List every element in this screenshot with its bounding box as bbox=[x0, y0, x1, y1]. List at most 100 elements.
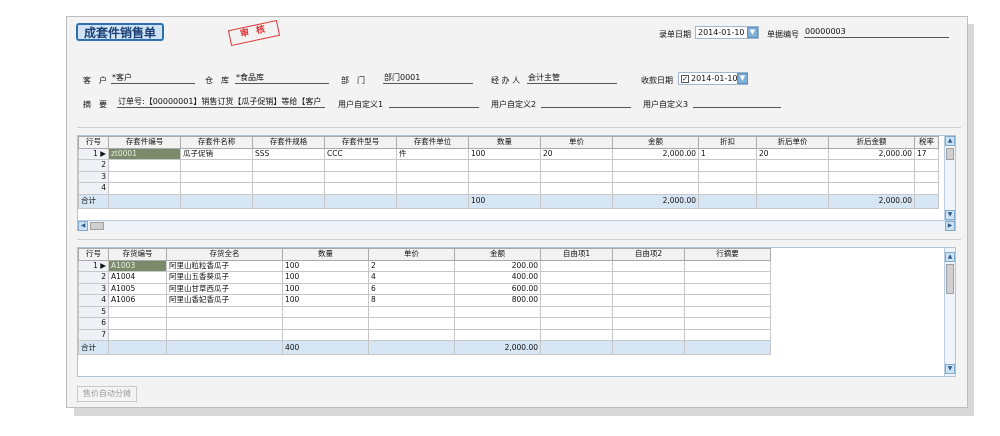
table-cell[interactable] bbox=[454, 305, 541, 318]
table-cell[interactable]: 6 bbox=[368, 282, 455, 295]
table-cell[interactable] bbox=[468, 159, 541, 172]
scroll-thumb[interactable] bbox=[946, 148, 954, 160]
table-cell[interactable] bbox=[324, 159, 397, 172]
table-cell[interactable] bbox=[468, 170, 541, 183]
table-cell[interactable] bbox=[698, 159, 757, 172]
table-cell[interactable]: 100 bbox=[282, 259, 369, 272]
kit-grid-vscroll[interactable]: ▲ ▼ bbox=[944, 136, 955, 220]
table-cell[interactable]: SSS bbox=[252, 147, 325, 160]
table-cell[interactable] bbox=[396, 170, 469, 183]
table-cell[interactable] bbox=[108, 305, 167, 318]
column-header[interactable]: 数量 bbox=[282, 248, 369, 261]
table-cell[interactable]: 20 bbox=[540, 147, 613, 160]
summary-field[interactable]: 订单号:【00000001】销售订货【瓜子促销】等给【客户 bbox=[117, 97, 325, 108]
table-cell[interactable] bbox=[828, 182, 915, 195]
table-cell[interactable] bbox=[368, 317, 455, 330]
table-cell[interactable] bbox=[282, 317, 369, 330]
table-cell[interactable] bbox=[454, 317, 541, 330]
table-cell[interactable] bbox=[612, 317, 685, 330]
table-row[interactable]: 1 ▶ A1003 阿里山粒粒香瓜子 100 2 200.00 bbox=[78, 259, 771, 272]
column-header[interactable]: 折后单价 bbox=[756, 136, 829, 149]
table-cell[interactable] bbox=[612, 282, 685, 295]
table-cell[interactable]: 400.00 bbox=[454, 271, 541, 284]
table-cell[interactable] bbox=[468, 182, 541, 195]
table-cell[interactable] bbox=[540, 317, 613, 330]
table-cell[interactable] bbox=[612, 182, 699, 195]
column-header[interactable]: 自由项1 bbox=[540, 248, 613, 261]
table-cell[interactable] bbox=[828, 159, 915, 172]
table-cell[interactable] bbox=[540, 294, 613, 307]
table-cell[interactable]: A1004 bbox=[108, 271, 167, 284]
column-header[interactable]: 存套件编号 bbox=[108, 136, 181, 149]
table-cell[interactable] bbox=[684, 294, 771, 307]
table-cell[interactable] bbox=[914, 182, 939, 195]
column-header[interactable]: 行号 bbox=[78, 248, 109, 261]
column-header[interactable]: 折后金额 bbox=[828, 136, 915, 149]
table-cell[interactable]: 瓜子促销 bbox=[180, 147, 253, 160]
scroll-right-icon[interactable]: ▶ bbox=[945, 221, 955, 231]
table-cell[interactable]: 2 bbox=[368, 259, 455, 272]
table-cell[interactable] bbox=[108, 170, 181, 183]
table-cell[interactable] bbox=[540, 271, 613, 284]
table-cell[interactable]: 4 bbox=[368, 271, 455, 284]
table-cell[interactable] bbox=[540, 170, 613, 183]
table-row[interactable]: 4 A1006 阿里山香妃香瓜子 100 8 800.00 bbox=[78, 294, 771, 307]
table-cell[interactable] bbox=[252, 170, 325, 183]
table-cell[interactable] bbox=[540, 282, 613, 295]
checkbox-checked-icon[interactable]: ✓ bbox=[681, 74, 689, 83]
scroll-left-icon[interactable]: ◀ bbox=[78, 221, 88, 231]
auto-split-price-button[interactable]: 售价自动分摊 bbox=[77, 386, 137, 402]
table-row[interactable]: 4 bbox=[78, 182, 939, 195]
table-cell[interactable] bbox=[180, 182, 253, 195]
column-header[interactable]: 存套件规格 bbox=[252, 136, 325, 149]
table-row[interactable]: 3 bbox=[78, 170, 939, 183]
table-cell[interactable]: A1005 bbox=[108, 282, 167, 295]
table-cell[interactable] bbox=[698, 182, 757, 195]
scroll-down-icon[interactable]: ▼ bbox=[945, 364, 955, 374]
table-cell[interactable]: 2,000.00 bbox=[612, 147, 699, 160]
table-cell[interactable]: 件 bbox=[396, 147, 469, 160]
table-cell[interactable] bbox=[540, 259, 613, 272]
table-cell[interactable] bbox=[684, 282, 771, 295]
table-cell[interactable]: 阿里山香妃香瓜子 bbox=[166, 294, 283, 307]
table-cell[interactable] bbox=[108, 182, 181, 195]
table-row[interactable]: 5 bbox=[78, 305, 771, 318]
table-cell[interactable] bbox=[698, 170, 757, 183]
table-cell[interactable] bbox=[282, 328, 369, 341]
table-cell[interactable]: CCC bbox=[324, 147, 397, 160]
table-cell[interactable] bbox=[684, 317, 771, 330]
table-cell[interactable]: 阿里山甘草西瓜子 bbox=[166, 282, 283, 295]
table-cell[interactable] bbox=[324, 182, 397, 195]
table-cell[interactable] bbox=[180, 159, 253, 172]
table-cell[interactable] bbox=[540, 182, 613, 195]
table-cell[interactable] bbox=[368, 305, 455, 318]
column-header[interactable]: 存套件型号 bbox=[324, 136, 397, 149]
column-header[interactable]: 存货全名 bbox=[166, 248, 283, 261]
chevron-down-icon[interactable]: ▼ bbox=[747, 27, 758, 38]
table-cell[interactable] bbox=[454, 328, 541, 341]
table-cell[interactable] bbox=[612, 159, 699, 172]
table-cell[interactable] bbox=[282, 305, 369, 318]
table-cell[interactable] bbox=[396, 159, 469, 172]
inventory-grid-vscroll[interactable]: ▲ ▼ bbox=[944, 248, 955, 376]
column-header[interactable]: 存套件名称 bbox=[180, 136, 253, 149]
table-cell[interactable]: 100 bbox=[282, 282, 369, 295]
table-cell[interactable]: zt0001 bbox=[108, 147, 181, 160]
table-cell[interactable]: A1003 bbox=[108, 259, 167, 272]
custom2-field[interactable] bbox=[541, 97, 631, 108]
table-cell[interactable]: 2,000.00 bbox=[828, 147, 915, 160]
warehouse-field[interactable]: *食品库 bbox=[235, 73, 329, 84]
dept-field[interactable]: 部门0001 bbox=[383, 73, 473, 84]
table-row[interactable]: 2 A1004 阿里山五香葵瓜子 100 4 400.00 bbox=[78, 271, 771, 284]
scroll-up-icon[interactable]: ▲ bbox=[945, 252, 955, 262]
table-cell[interactable] bbox=[756, 182, 829, 195]
column-header[interactable]: 单价 bbox=[540, 136, 613, 149]
table-cell[interactable]: 阿里山粒粒香瓜子 bbox=[166, 259, 283, 272]
doc-no-field[interactable]: 00000003 bbox=[804, 27, 949, 38]
column-header[interactable]: 自由项2 bbox=[612, 248, 685, 261]
table-cell[interactable] bbox=[166, 328, 283, 341]
table-cell[interactable] bbox=[324, 170, 397, 183]
table-cell[interactable] bbox=[756, 159, 829, 172]
table-cell[interactable] bbox=[166, 305, 283, 318]
table-cell[interactable] bbox=[180, 170, 253, 183]
